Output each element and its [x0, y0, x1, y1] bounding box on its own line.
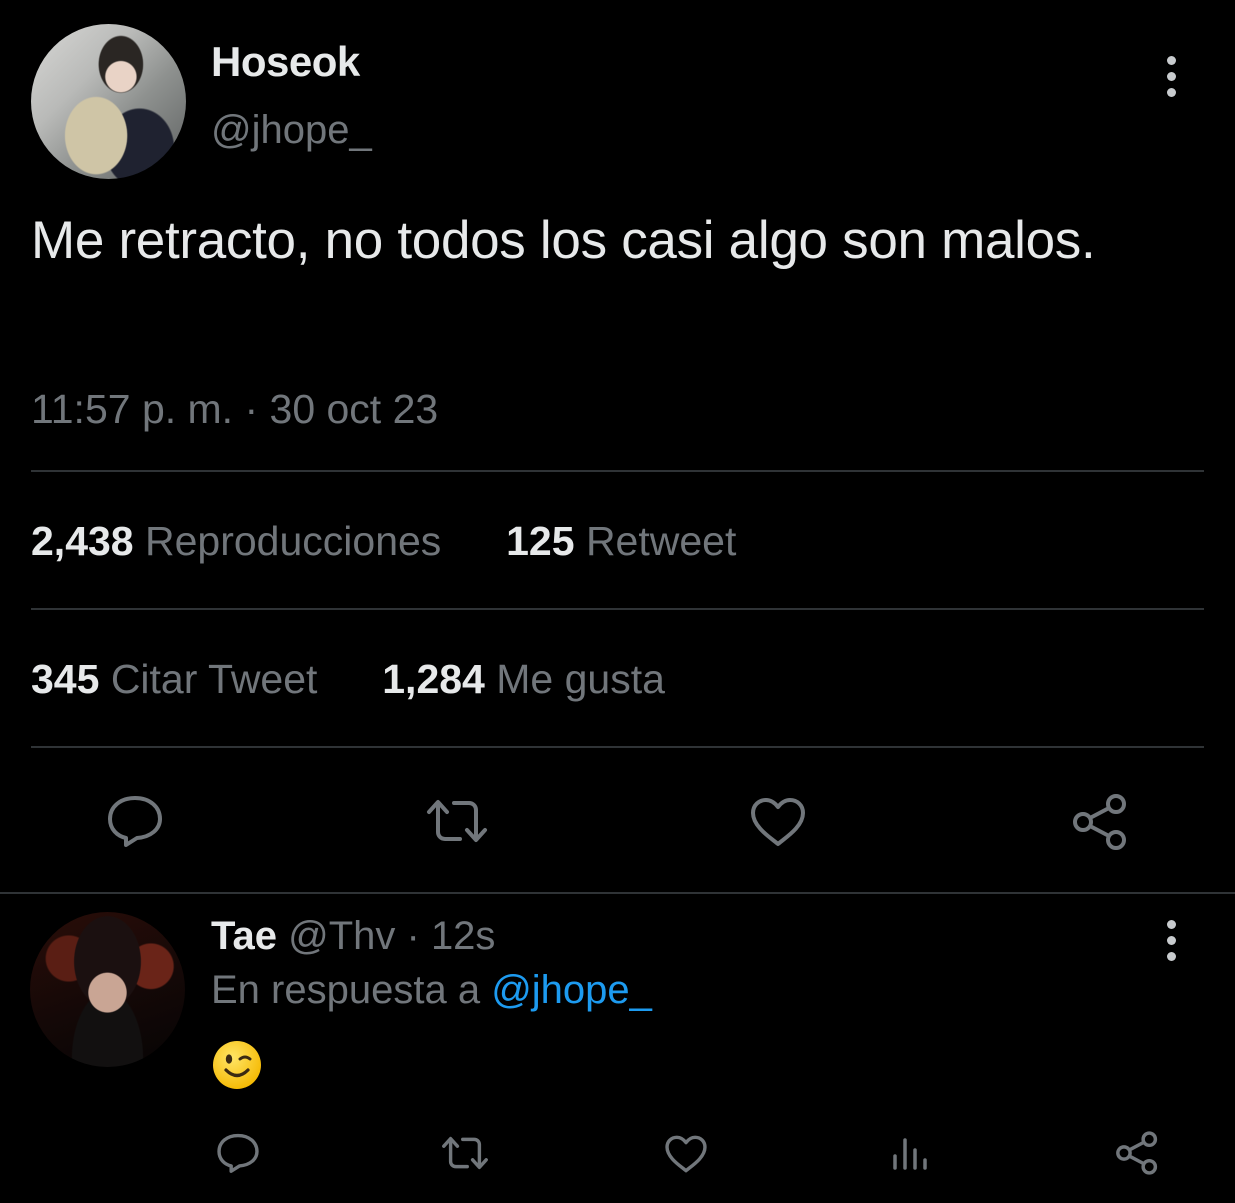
stats-row-quotes-likes: 345 Citar Tweet 1,284 Me gusta — [31, 656, 665, 703]
views-stat[interactable]: 2,438 Reproducciones — [31, 518, 453, 564]
retweets-stat[interactable]: 125 Retweet — [495, 518, 737, 564]
reply-header: Tae @Thv · 12s — [211, 914, 495, 959]
tweet-timestamp[interactable]: 11:57 p. m. · 30 oct 23 — [31, 386, 438, 433]
reply-like-icon[interactable] — [664, 1134, 708, 1174]
views-count: 2,438 — [31, 518, 134, 564]
share-icon[interactable] — [1070, 792, 1130, 852]
retweets-count: 125 — [506, 518, 575, 564]
retweets-label: Retweet — [585, 518, 737, 564]
reply-time[interactable]: 12s — [431, 914, 496, 958]
reply-author-handle[interactable]: @Thv — [288, 914, 395, 958]
likes-count: 1,284 — [382, 656, 485, 702]
reply-views-icon[interactable] — [890, 1134, 932, 1174]
divider — [0, 892, 1235, 894]
stats-row-views-retweets: 2,438 Reproducciones 125 Retweet — [31, 518, 736, 565]
reply-author-display-name[interactable]: Tae — [211, 914, 277, 958]
quotes-stat[interactable]: 345 Citar Tweet — [31, 656, 329, 702]
reply-icon[interactable] — [106, 794, 164, 848]
reply-author-avatar[interactable] — [30, 912, 185, 1067]
reply-reply-icon[interactable] — [216, 1132, 260, 1174]
reply-retweet-icon[interactable] — [440, 1134, 490, 1172]
author-handle[interactable]: @jhope_ — [211, 108, 372, 153]
reply-separator: · — [395, 914, 431, 958]
winking-face-emoji — [212, 1040, 262, 1090]
author-display-name[interactable]: Hoseok — [211, 38, 360, 86]
like-icon[interactable] — [749, 796, 807, 848]
divider — [31, 608, 1204, 610]
replying-to-line: En respuesta a @jhope_ — [211, 968, 652, 1013]
retweet-icon[interactable] — [424, 796, 490, 846]
quotes-label: Citar Tweet — [110, 656, 318, 702]
likes-stat[interactable]: 1,284 Me gusta — [371, 656, 665, 702]
replying-to-mention[interactable]: @jhope_ — [491, 968, 652, 1012]
quotes-count: 345 — [31, 656, 100, 702]
likes-label: Me gusta — [496, 656, 665, 702]
author-avatar[interactable] — [31, 24, 186, 179]
reply-more-options-icon[interactable] — [1164, 920, 1178, 964]
views-label: Reproducciones — [145, 518, 442, 564]
tweet-text: Me retracto, no todos los casi algo son … — [31, 211, 1096, 270]
more-options-icon[interactable] — [1164, 56, 1178, 100]
divider — [31, 746, 1204, 748]
divider — [31, 470, 1204, 472]
reply-share-icon[interactable] — [1114, 1130, 1160, 1176]
replying-to-prefix: En respuesta a — [211, 968, 492, 1012]
